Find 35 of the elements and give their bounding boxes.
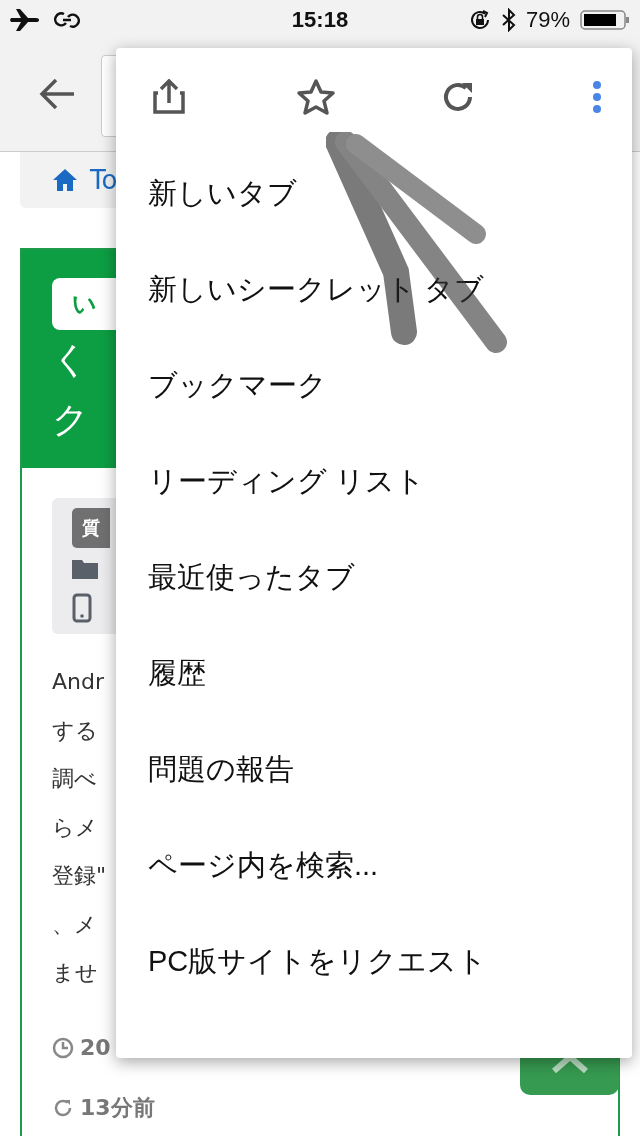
- menu-item[interactable]: 最近使ったタブ: [116, 530, 632, 626]
- posted-date: 20: [80, 1035, 111, 1060]
- star-icon: [296, 78, 336, 116]
- folder-icon: [72, 557, 98, 579]
- menu-item[interactable]: 新しいタブ: [116, 146, 632, 242]
- menu-item[interactable]: ページ内を検索...: [116, 818, 632, 914]
- menu-item[interactable]: ブックマーク: [116, 338, 632, 434]
- menu-item[interactable]: 問題の報告: [116, 722, 632, 818]
- updated-time: 13分前: [80, 1093, 155, 1122]
- question-title-line: く: [52, 338, 89, 382]
- status-time: 15:18: [291, 7, 349, 33]
- body-text-line: 調べ: [52, 765, 97, 793]
- body-text-line: ませ: [52, 959, 98, 987]
- more-options-button[interactable]: [592, 81, 602, 113]
- menu-item[interactable]: リーディング リスト: [116, 434, 632, 530]
- menu-item[interactable]: PC版サイトをリクエスト: [116, 914, 632, 1010]
- menu-item[interactable]: 履歴: [116, 626, 632, 722]
- more-icon: [592, 81, 602, 113]
- question-title-line: ク: [52, 398, 89, 442]
- body-text-line: 登録": [52, 862, 107, 890]
- body-text-line: する: [52, 716, 98, 745]
- category-label: 質: [72, 508, 110, 548]
- body-text-line: 、メ: [52, 910, 97, 939]
- home-icon: [52, 168, 78, 192]
- airplane-icon: [10, 9, 40, 31]
- body-text-line: らメ: [52, 813, 98, 842]
- breadcrumb-link[interactable]: To: [90, 165, 118, 195]
- smartphone-icon: [72, 593, 92, 623]
- link-icon: [54, 9, 80, 31]
- bluetooth-icon: [501, 8, 516, 32]
- share-icon: [152, 79, 186, 115]
- battery-percent: 79%: [525, 7, 570, 33]
- battery-icon: [580, 9, 630, 31]
- body-text-line: Andr: [52, 668, 104, 696]
- clock-icon: [52, 1036, 74, 1059]
